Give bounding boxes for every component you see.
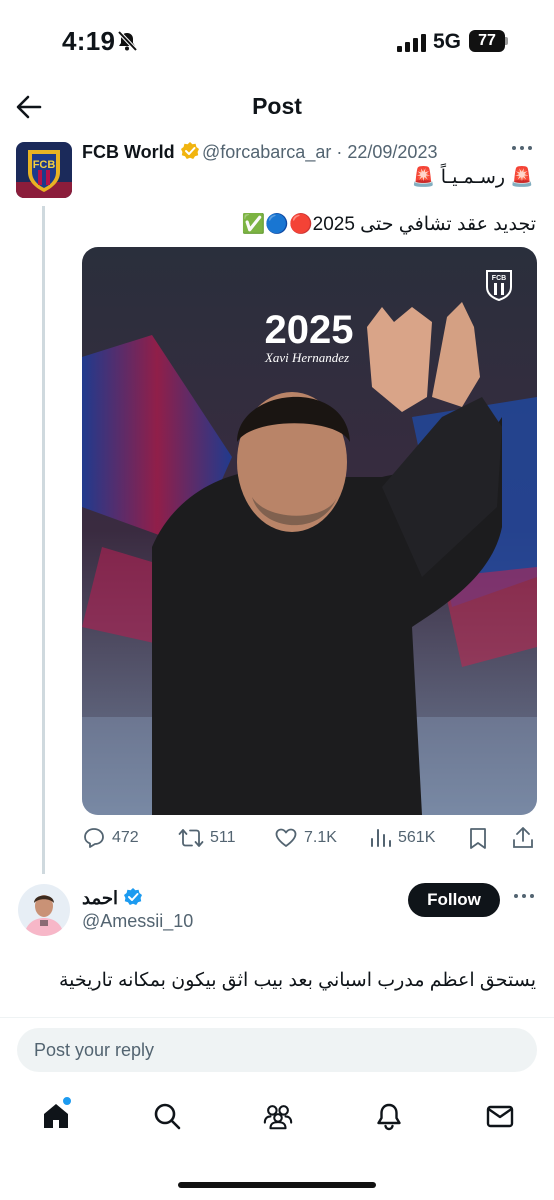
home-notification-dot (62, 1096, 72, 1106)
notification-bell-icon (377, 1103, 401, 1131)
views-action[interactable]: 561K (370, 826, 435, 850)
image-caption-text: Xavi Hernandez (264, 350, 349, 365)
network-label: 5G (433, 30, 462, 53)
reply-count: 472 (112, 829, 139, 846)
status-time: 4:19 (62, 26, 116, 56)
reply-avatar[interactable] (18, 884, 70, 936)
author-handle[interactable]: @forcabarca_ar (202, 142, 331, 162)
silent-bell-icon (117, 30, 138, 52)
repost-icon (178, 829, 204, 847)
post-text-line-1: 🚨 رسـمـيـاً 🚨 (411, 167, 534, 188)
views-bar-chart-icon (371, 829, 391, 847)
follow-button[interactable]: Follow (408, 883, 500, 917)
image-year-text: 2025 (265, 308, 354, 352)
page-title: Post (252, 93, 302, 119)
nav-messages[interactable] (484, 1100, 516, 1132)
reply-more-options-icon[interactable] (513, 891, 535, 901)
repost-action[interactable]: 511 (178, 826, 236, 850)
post-media-image[interactable]: FCB 2025 Xavi Hernandez (82, 247, 537, 815)
views-count: 561K (398, 829, 436, 846)
reply-handle[interactable]: @Amessii_10 (82, 911, 193, 932)
search-icon (154, 1103, 181, 1130)
post-date[interactable]: 22/09/2023 (347, 142, 437, 162)
post-meta: @forcabarca_ar · 22/09/2023 (202, 142, 437, 163)
verified-blue-badge-icon (124, 888, 142, 905)
nav-notifications[interactable] (373, 1100, 405, 1132)
like-action[interactable]: 7.1K (274, 826, 337, 850)
post-author-name[interactable]: FCB World (82, 141, 200, 163)
share-icon[interactable] (512, 826, 534, 850)
bookmark-icon[interactable] (468, 827, 488, 851)
post-action-bar: 472 511 7.1K 561K (82, 826, 537, 854)
avatar-logo-text: FCB (33, 159, 56, 171)
battery-icon: 77 (469, 30, 505, 52)
like-count: 7.1K (304, 829, 337, 846)
battery-cap (505, 37, 508, 45)
communities-icon (263, 1105, 293, 1130)
heart-icon (275, 828, 297, 847)
image-badge-text: FCB (492, 275, 506, 282)
post-text-line-2: تجديد عقد تشافي حتى 2025🔴🔵✅ (241, 214, 536, 235)
nav-communities[interactable] (262, 1100, 294, 1132)
divider (0, 1017, 554, 1018)
thread-line (42, 206, 45, 874)
repost-count: 511 (210, 829, 236, 846)
home-indicator (178, 1182, 376, 1188)
reply-author-name[interactable]: احمد (82, 888, 118, 908)
reply-input[interactable] (17, 1028, 537, 1072)
author-name[interactable]: FCB World (82, 142, 175, 162)
battery-level: 77 (478, 32, 496, 49)
reply-icon (84, 828, 104, 848)
fcb-avatar[interactable]: FCB (16, 142, 72, 198)
more-options-icon[interactable] (511, 143, 533, 153)
verified-gold-badge-icon (180, 142, 199, 159)
reply-author[interactable]: احمد (82, 887, 143, 909)
nav-search[interactable] (151, 1100, 183, 1132)
mail-icon (486, 1105, 514, 1128)
meta-separator: · (336, 142, 343, 162)
signal-icon (397, 34, 426, 52)
reply-text: يستحق اعظم مدرب اسباني بعد بيب اثق بيكون… (58, 970, 536, 991)
reply-action[interactable]: 472 (82, 826, 139, 850)
